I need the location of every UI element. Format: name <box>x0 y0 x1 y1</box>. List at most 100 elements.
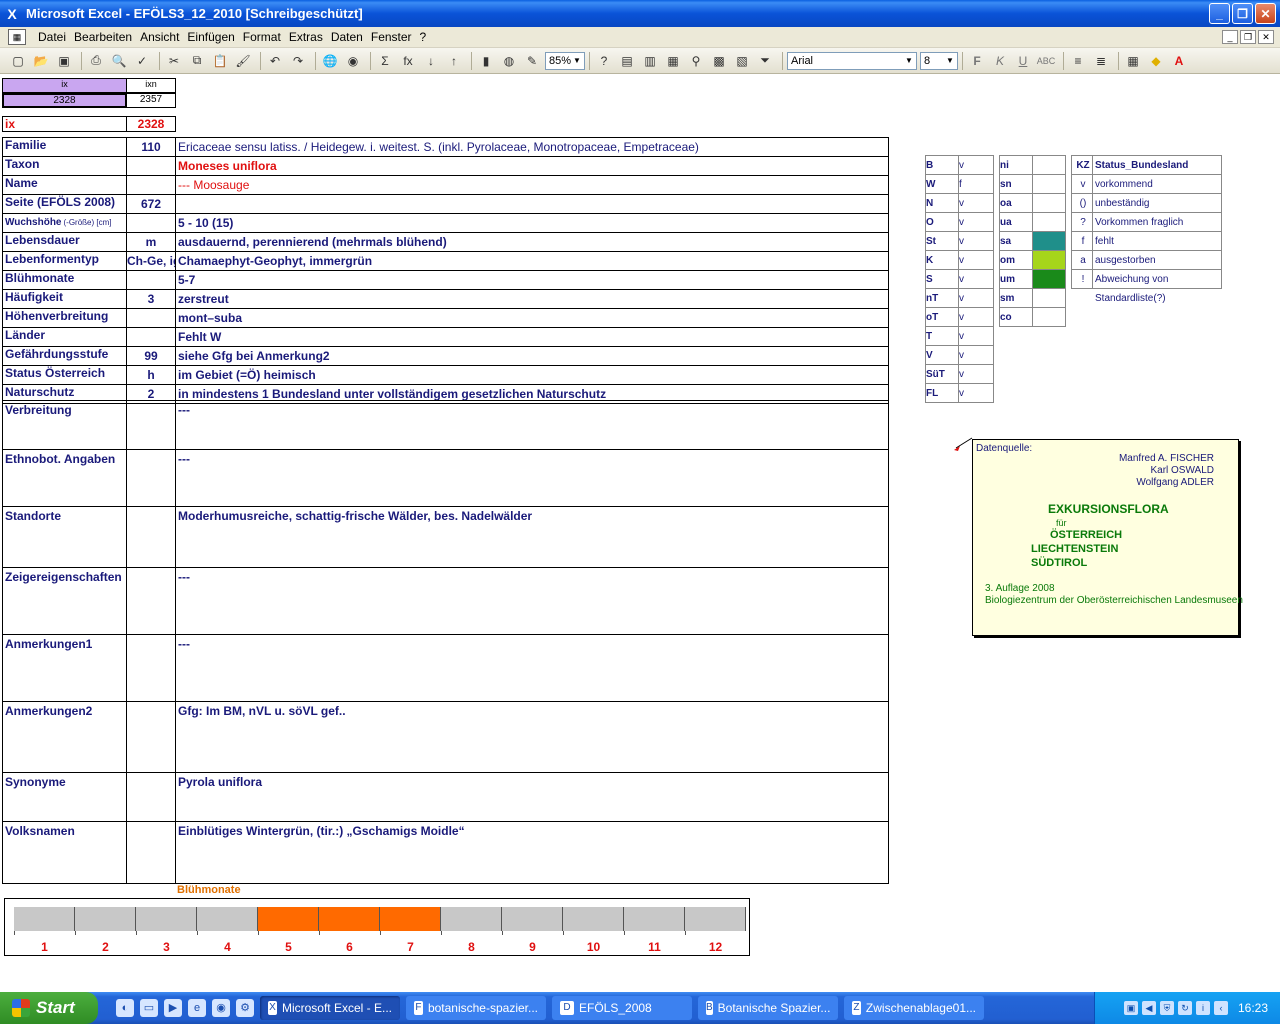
row-label[interactable]: Status Österreich <box>2 365 127 385</box>
row-value[interactable]: --- Moosauge <box>175 175 889 195</box>
row-value[interactable]: 5-7 <box>175 270 889 290</box>
underline-icon[interactable]: U <box>1013 51 1033 71</box>
function-icon[interactable]: fx <box>398 51 418 71</box>
sort-desc-icon[interactable]: ↑ <box>444 51 464 71</box>
firefox-icon[interactable]: ◉ <box>212 999 230 1017</box>
workbook-icon[interactable]: ▦ <box>8 29 26 45</box>
zone-color-cell[interactable] <box>1032 231 1066 251</box>
print-preview-icon[interactable]: 🔍 <box>109 51 129 71</box>
region-code[interactable]: St <box>925 231 959 251</box>
zone-code[interactable]: ni <box>999 155 1033 175</box>
row-label[interactable]: Seite (EFÖLS 2008) <box>2 194 127 214</box>
cut-icon[interactable]: ✂ <box>164 51 184 71</box>
zone-code[interactable]: sa <box>999 231 1033 251</box>
taskbar-task[interactable]: X Microsoft Excel - E... <box>260 996 400 1020</box>
region-status[interactable]: v <box>958 212 994 232</box>
security-icon[interactable]: ⛨ <box>1159 1001 1174 1015</box>
region-code[interactable]: T <box>925 326 959 346</box>
start-button[interactable]: Start <box>0 992 98 1024</box>
desktop-icon[interactable]: ▭ <box>140 999 158 1017</box>
font-select[interactable]: Arial ▼ <box>787 51 917 70</box>
font-size-select[interactable]: 8 ▼ <box>920 51 958 70</box>
zone-color-cell[interactable] <box>1032 307 1066 327</box>
quicklaunch-icon[interactable]: ◐ <box>116 999 134 1017</box>
row-label[interactable]: Anmerkungen2 <box>2 701 127 773</box>
region-status[interactable]: v <box>958 326 994 346</box>
row-code[interactable]: Ch-Ge, ig <box>126 251 176 271</box>
row-label[interactable]: Gefährdungsstufe <box>2 346 127 366</box>
zone-color-cell[interactable] <box>1032 288 1066 308</box>
zone-code[interactable]: sn <box>999 174 1033 194</box>
row-value[interactable]: --- <box>175 567 889 635</box>
ixn-header-cell[interactable]: ixn <box>126 78 176 93</box>
map-icon[interactable]: ◍ <box>499 51 519 71</box>
row-label[interactable]: Name <box>2 175 127 195</box>
menu-extras[interactable]: Extras <box>285 30 327 44</box>
row-code[interactable]: h <box>126 365 176 385</box>
region-status[interactable]: v <box>958 383 994 403</box>
clock[interactable]: 16:23 <box>1238 1001 1268 1015</box>
row-label[interactable]: Synonyme <box>2 772 127 822</box>
drawing-icon[interactable]: ✎ <box>522 51 542 71</box>
row-code[interactable] <box>126 213 176 233</box>
tool-icon[interactable]: ⚙ <box>236 999 254 1017</box>
row-label[interactable]: Anmerkungen1 <box>2 634 127 702</box>
row-code[interactable] <box>126 821 176 884</box>
row-code[interactable]: 99 <box>126 346 176 366</box>
row-value[interactable]: zerstreut <box>175 289 889 309</box>
volume-icon[interactable]: ◀ <box>1141 1001 1156 1015</box>
row-value[interactable]: --- <box>175 449 889 507</box>
row-code[interactable] <box>126 701 176 773</box>
region-status[interactable]: v <box>958 250 994 270</box>
bold-icon[interactable]: F <box>967 51 987 71</box>
source-comment-box[interactable]: Datenquelle: Manfred A. FISCHER Karl OSW… <box>972 439 1243 636</box>
sort-asc-icon[interactable]: ↓ <box>421 51 441 71</box>
ix-label-cell[interactable]: ix <box>2 116 127 132</box>
zone-code[interactable]: ua <box>999 212 1033 232</box>
region-status[interactable]: v <box>958 364 994 384</box>
row-value[interactable]: 5 - 10 (15) <box>175 213 889 233</box>
align-center-icon[interactable]: ≣ <box>1091 51 1111 71</box>
protect-icon[interactable]: ▥ <box>640 51 660 71</box>
taskbar-task[interactable]: B Botanische Spazier... <box>698 996 838 1020</box>
new-file-icon[interactable]: ▢ <box>8 51 28 71</box>
hyperlink-icon[interactable]: 🌐 <box>320 51 340 71</box>
strike-icon[interactable]: ABC <box>1036 51 1056 71</box>
region-status[interactable]: v <box>958 231 994 251</box>
row-label[interactable]: Standorte <box>2 506 127 568</box>
zone-color-cell[interactable] <box>1032 212 1066 232</box>
row-value[interactable]: Einblütiges Wintergrün, (tir.:) „Gschami… <box>175 821 889 884</box>
row-code[interactable] <box>126 327 176 347</box>
row-label[interactable]: Lebensdauer <box>2 232 127 252</box>
row-value[interactable]: Ericaceae sensu latiss. / Heidegew. i. w… <box>175 137 889 157</box>
copy-icon[interactable]: ⧉ <box>187 51 207 71</box>
zone-code[interactable]: um <box>999 269 1033 289</box>
row-value[interactable]: --- <box>175 634 889 702</box>
ixn-value-cell[interactable]: 2357 <box>126 93 176 108</box>
region-status[interactable]: v <box>958 155 994 175</box>
format-painter-icon[interactable]: 🖌 <box>233 51 253 71</box>
row-label[interactable]: Blühmonate <box>2 270 127 290</box>
web-toolbar-icon[interactable]: ◉ <box>343 51 363 71</box>
region-code[interactable]: O <box>925 212 959 232</box>
row-value[interactable]: --- <box>175 400 889 450</box>
row-label[interactable]: Häufigkeit <box>2 289 127 309</box>
taskbar-task[interactable]: Fbotanische-spazier... <box>406 996 546 1020</box>
menu-fenster[interactable]: Fenster <box>367 30 416 44</box>
row-label[interactable]: Verbreitung <box>2 400 127 450</box>
menu-bearbeiten[interactable]: Bearbeiten <box>70 30 136 44</box>
taskbar-task[interactable]: D EFÖLS_2008 <box>552 996 692 1020</box>
network-icon[interactable]: ▣ <box>1123 1001 1138 1015</box>
print-icon[interactable]: ⎙ <box>86 51 106 71</box>
row-code[interactable]: 110 <box>126 137 176 157</box>
autosum-icon[interactable]: Σ <box>375 51 395 71</box>
page-icon[interactable]: ▧ <box>732 51 752 71</box>
region-status[interactable]: f <box>958 174 994 194</box>
undo-icon[interactable]: ↶ <box>265 51 285 71</box>
row-label[interactable]: Taxon <box>2 156 127 176</box>
zone-color-cell[interactable] <box>1032 269 1066 289</box>
row-value[interactable]: im Gebiet (=Ö) heimisch <box>175 365 889 385</box>
region-code[interactable]: W <box>925 174 959 194</box>
redo-icon[interactable]: ↷ <box>288 51 308 71</box>
region-code[interactable]: K <box>925 250 959 270</box>
